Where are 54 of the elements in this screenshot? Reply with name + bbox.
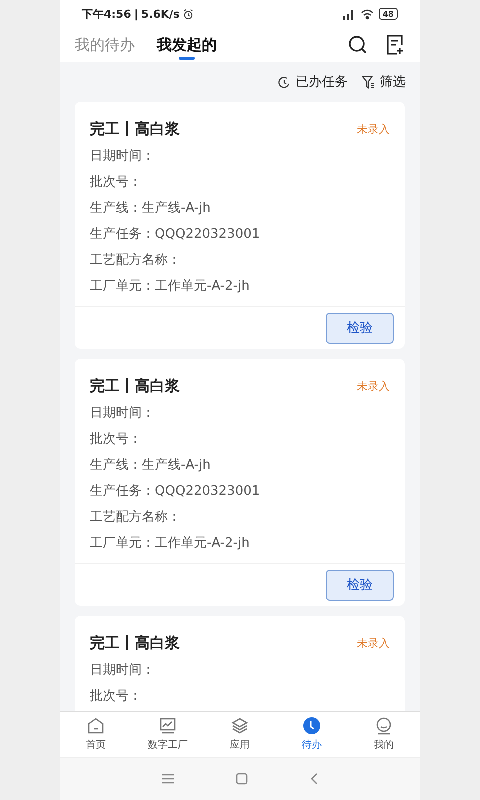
field-text: 工艺配方名称： [90,509,182,527]
chart-icon [159,717,177,735]
home-square-icon[interactable] [236,773,248,785]
card-title: 完工丨高白浆 [90,120,180,138]
home-icon [87,717,105,735]
task-card[interactable]: 完工丨高白浆 未录入 日期时间： 批次号： [75,616,405,711]
history-icon [278,76,291,88]
signal-icon [342,8,356,20]
field-text: 生产任务：QQQ220323001 [90,483,262,501]
tab[interactable]: 我发起的 [157,30,217,60]
layers-icon [231,717,249,735]
field-text: 日期时间： [90,148,156,166]
field-text: 日期时间： [90,405,156,423]
done-tasks-button[interactable]: 已办任务 [278,73,348,91]
inspect-button[interactable]: 检验 [326,570,394,601]
nav-tab[interactable]: 我的 [348,712,420,757]
status-label: 未录入 [357,122,390,136]
search-icon[interactable] [348,35,368,55]
field-text: 生产任务：QQQ220323001 [90,226,262,244]
field-text: 批次号： [90,174,143,192]
field-text: 工厂单元：工作单元-A-2-jh [90,278,251,296]
task-card[interactable]: 完工丨高白浆 未录入 日期时间： 批次号： 生产线：生产线-A-jh 生产任务：QQQ220323001 工艺配方名称： 工厂单元：工作单元-A-2-jh 检验 [75,359,405,606]
clock-icon [303,717,321,735]
inspect-button[interactable]: 检验 [326,313,394,344]
filter-button[interactable]: 筛选 [362,73,406,91]
user-icon [375,717,393,735]
divider-mark: | [134,8,138,20]
field-text: 工厂单元：工作单元-A-2-jh [90,535,251,553]
wifi-icon [360,8,374,20]
nav-tab[interactable]: 待办 [276,712,348,757]
field-text: 生产线：生产线-A-jh [90,200,212,218]
card-title: 完工丨高白浆 [90,376,180,396]
status-label: 未录入 [357,378,390,394]
back-icon[interactable] [310,773,318,785]
tab-indicator [179,57,195,60]
network-speed: 5.6K/s [141,8,180,20]
nav-tab[interactable]: 数字工厂 [132,712,204,757]
add-form-icon[interactable] [386,35,405,55]
field-text: 日期时间： [90,662,156,680]
nav-tab[interactable]: 首页 [60,712,132,757]
filter-icon [362,76,375,88]
menu-icon[interactable] [162,774,174,784]
battery-icon: 48 [378,8,398,20]
alarm-icon [182,8,194,20]
field-text: 批次号： [90,688,143,706]
status-time: 下午4:56 [82,6,132,22]
status-label: 未录入 [357,636,390,650]
tab[interactable]: 我的待办 [75,30,135,60]
card-title: 完工丨高白浆 [90,634,180,652]
field-text: 批次号： [90,431,143,449]
nav-tab[interactable]: 应用 [204,712,276,757]
field-text: 生产线：生产线-A-jh [90,457,212,475]
task-card[interactable]: 完工丨高白浆 未录入 日期时间： 批次号： 生产线：生产线-A-jh 生产任务：QQQ220323001 工艺配方名称： 工厂单元：工作单元-A-2-jh 检验 [75,102,405,349]
field-text: 工艺配方名称： [90,252,182,270]
